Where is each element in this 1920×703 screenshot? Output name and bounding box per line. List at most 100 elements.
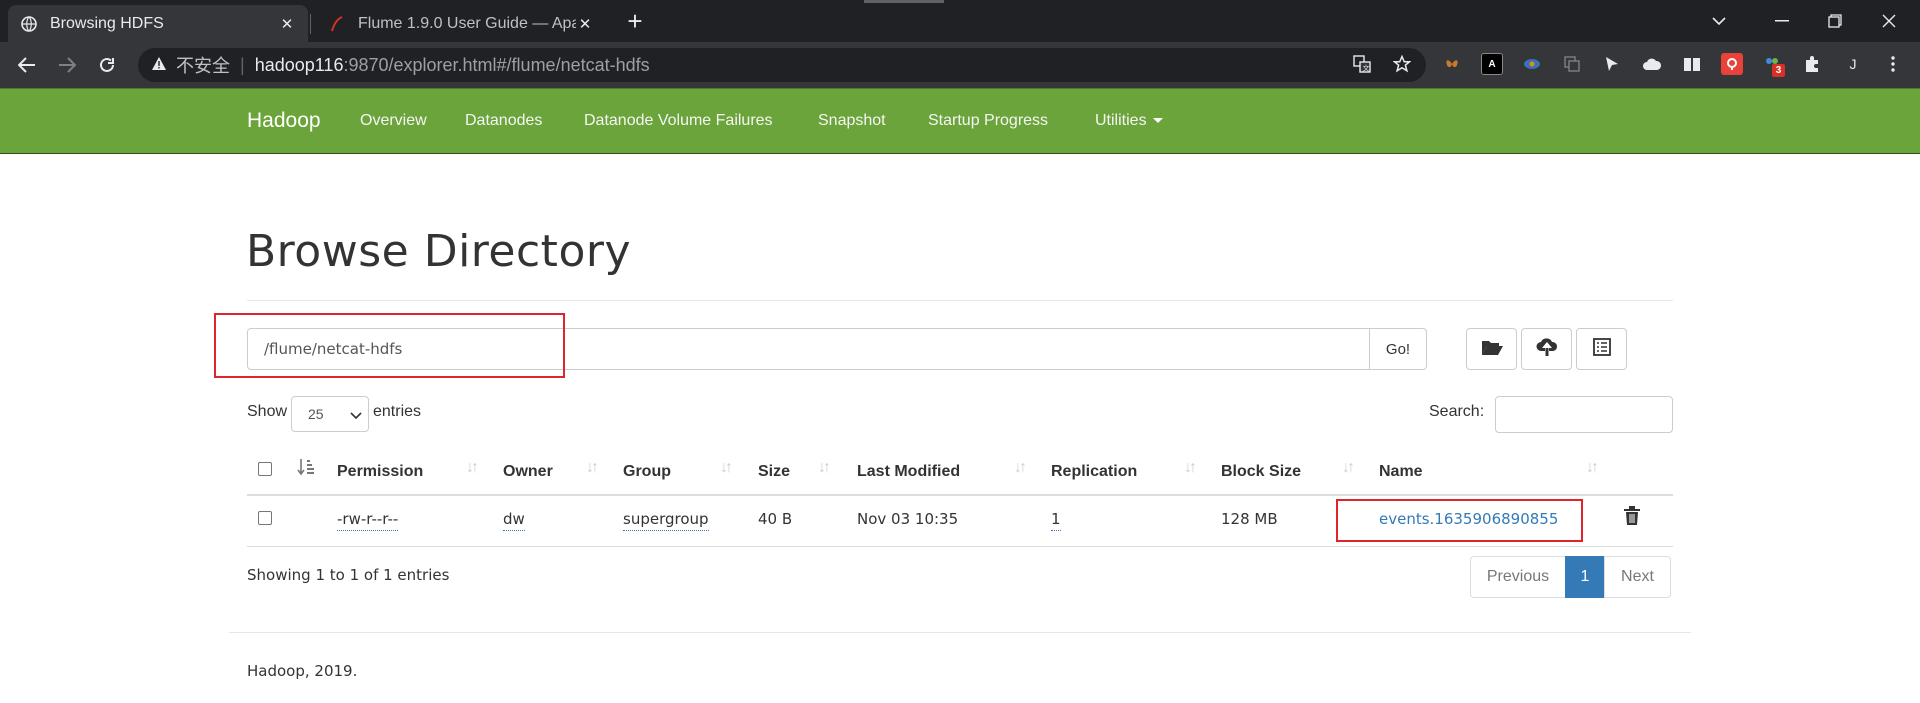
hadoop-navbar: Hadoop Overview Datanodes Datanode Volum… [0,88,1920,154]
next-page-button[interactable]: Next [1604,556,1671,598]
highlight-box-filename [1336,499,1583,542]
url-host: hadoop116 [254,54,344,75]
cell-owner[interactable]: dw [503,510,525,531]
entries-label: entries [373,403,422,420]
close-window-icon[interactable] [1866,0,1912,42]
footer-text: Hadoop, 2019. [247,662,358,680]
search-label: Search: [1429,403,1485,420]
sort-icon[interactable]: ↓↑ [720,459,733,477]
sort-icon[interactable]: ↓↑ [1342,459,1355,477]
cell-last-modified: Nov 03 10:35 [857,510,959,528]
select-all-checkbox[interactable] [258,462,272,476]
url-path: :9870/explorer.html#/flume/netcat-hdfs [343,54,650,75]
tab-browsing-hdfs[interactable]: Browsing HDFS ✕ [8,5,308,42]
entries-per-page-select[interactable]: 25 [291,396,369,432]
go-button[interactable]: Go! [1369,328,1427,370]
extension-a-icon[interactable]: A [1481,53,1503,75]
restore-icon[interactable] [1812,0,1858,42]
address-separator: | [240,54,245,75]
nav-datanode-volume-failures[interactable]: Datanode Volume Failures [584,112,773,130]
column-header-name[interactable]: Name [1379,463,1423,481]
create-directory-button[interactable] [1466,328,1517,370]
sort-icon[interactable]: ↓↑ [818,459,831,477]
cell-size: 40 B [758,510,793,528]
browser-tab-strip: Browsing HDFS ✕ Flume 1.9.0 User Guide —… [0,0,1920,42]
sort-icon[interactable]: ↓↑ [1014,459,1027,477]
column-header-replication[interactable]: Replication [1051,463,1137,481]
nav-utilities[interactable]: Utilities [1095,112,1163,130]
back-icon[interactable] [12,50,42,80]
previous-page-button[interactable]: Previous [1470,556,1566,598]
table-header-divider [247,494,1673,496]
star-icon[interactable] [1388,50,1416,78]
address-bar[interactable]: 不安全 | hadoop116:9870/explorer.html#/flum… [138,48,1426,82]
pagination: Previous 1 Next [1470,556,1671,598]
column-header-last-modified[interactable]: Last Modified [857,463,960,481]
menu-kebab-icon[interactable] [1882,53,1904,75]
extension-copy-icon[interactable] [1561,53,1583,75]
upload-button[interactable] [1521,328,1572,370]
footer-divider [229,632,1691,633]
show-label: Show [247,403,288,420]
sort-icon[interactable]: ↓↑ [1586,459,1599,477]
column-header-owner[interactable]: Owner [503,463,553,481]
extension-eye-icon[interactable] [1521,53,1543,75]
profile-avatar[interactable]: J [1842,53,1864,75]
browser-toolbar: 不安全 | hadoop116:9870/explorer.html#/flum… [0,42,1920,88]
extension-badge-count: 3 [1772,64,1785,77]
minimize-icon[interactable] [1759,0,1805,42]
extension-cloud-icon[interactable] [1641,53,1663,75]
table-row-divider [247,546,1673,547]
close-icon[interactable]: ✕ [576,15,594,33]
trash-icon[interactable] [1623,506,1641,531]
nav-startup-progress[interactable]: Startup Progress [928,112,1048,130]
cell-group[interactable]: supergroup [623,510,709,531]
highlight-box-path [214,313,565,378]
nav-snapshot[interactable]: Snapshot [818,112,886,130]
sort-icon[interactable]: ↓↑ [1184,459,1197,477]
extension-butterfly-icon[interactable] [1441,53,1463,75]
cut-paste-button[interactable] [1576,328,1627,370]
extension-badge-icon[interactable]: 3 [1761,53,1785,77]
sort-amount-icon[interactable] [297,458,315,481]
column-header-permission[interactable]: Permission [337,463,423,481]
chevron-down-icon [350,407,362,423]
title-divider [247,300,1673,301]
page-1-button[interactable]: 1 [1565,556,1605,598]
column-header-group[interactable]: Group [623,463,671,481]
folder-open-icon [1481,338,1503,361]
tab-title: Browsing HDFS [50,14,164,32]
insecure-label: 不安全 [176,56,230,76]
cell-block-size: 128 MB [1221,510,1278,528]
search-input[interactable] [1495,396,1673,433]
table-info: Showing 1 to 1 of 1 entries [247,566,450,584]
close-icon[interactable]: ✕ [278,15,296,33]
forward-icon[interactable] [52,50,82,80]
reload-icon[interactable] [92,50,122,80]
extensions-puzzle-icon[interactable] [1801,53,1823,75]
column-header-block-size[interactable]: Block Size [1221,463,1301,481]
extension-red-icon[interactable] [1721,53,1743,75]
tab-divider [310,14,311,34]
tab-search-icon[interactable] [1696,0,1742,42]
cell-replication[interactable]: 1 [1051,510,1061,531]
tab-flume-guide[interactable]: Flume 1.9.0 User Guide — Apa ✕ [316,5,606,42]
nav-datanodes[interactable]: Datanodes [465,112,542,130]
column-header-size[interactable]: Size [758,463,790,481]
extension-book-icon[interactable] [1681,53,1703,75]
sort-icon[interactable]: ↓↑ [466,459,479,477]
new-tab-button[interactable]: + [620,7,650,37]
sort-icon[interactable]: ↓↑ [586,459,599,477]
navbar-brand[interactable]: Hadoop [247,109,321,133]
extension-cursor-icon[interactable] [1601,53,1623,75]
cell-permission[interactable]: -rw-r--r-- [337,510,399,531]
translate-icon[interactable]: 文 [1348,50,1376,78]
nav-overview[interactable]: Overview [360,112,427,130]
caret-down-icon [1152,118,1163,124]
cloud-upload-icon [1536,337,1558,362]
globe-icon [20,15,38,33]
page-title: Browse Directory [246,226,631,277]
list-alt-icon [1592,337,1611,361]
warning-icon [152,57,166,73]
row-checkbox[interactable] [258,511,272,525]
